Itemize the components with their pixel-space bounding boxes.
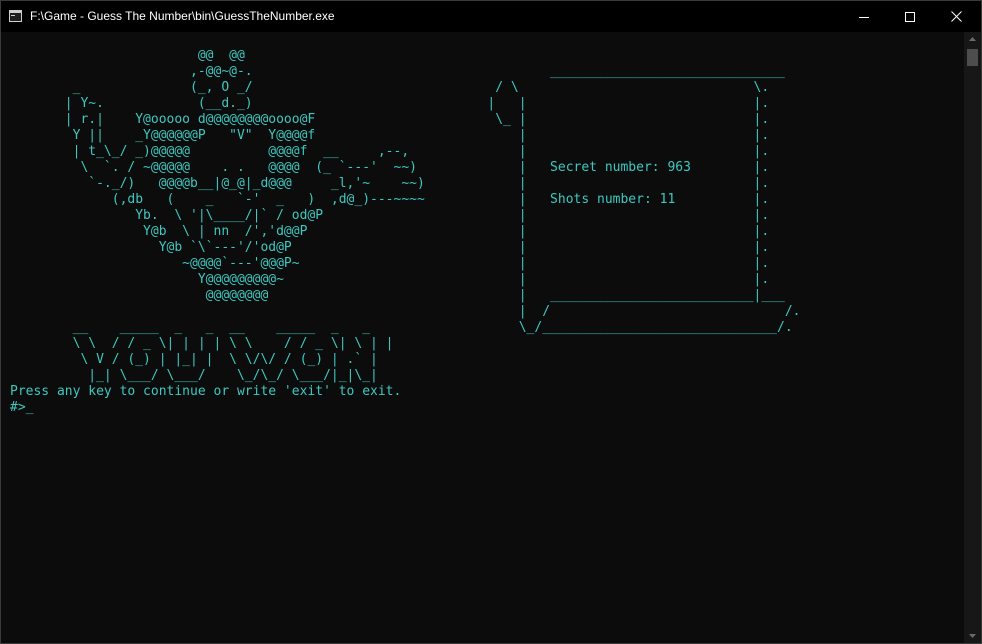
minimize-icon <box>859 16 869 18</box>
scroll-thumb[interactable] <box>967 49 978 66</box>
maximize-icon <box>905 11 915 22</box>
maximize-button[interactable] <box>887 1 933 32</box>
chevron-up-icon <box>969 37 976 41</box>
continue-prompt: Press any key to continue or write 'exit… <box>10 384 402 399</box>
close-button[interactable] <box>933 1 979 32</box>
text-cursor: _ <box>25 400 34 415</box>
console-window: F:\Game - Guess The Number\bin\GuessTheN… <box>0 0 982 644</box>
console-ascii-art: @@ @@ ,-@@~@-. _________________________… <box>64 48 801 383</box>
input-prefix: #> <box>10 400 26 415</box>
minimize-button[interactable] <box>841 1 887 32</box>
title-bar[interactable]: F:\Game - Guess The Number\bin\GuessTheN… <box>1 1 981 32</box>
vertical-scrollbar[interactable] <box>964 32 981 643</box>
scroll-up-button[interactable] <box>964 32 981 46</box>
command-input[interactable]: #>_ <box>10 400 34 416</box>
close-icon <box>950 11 962 22</box>
scroll-down-button[interactable] <box>964 629 981 643</box>
console-app-icon <box>9 10 22 22</box>
chevron-down-icon <box>969 634 976 638</box>
window-title: F:\Game - Guess The Number\bin\GuessTheN… <box>30 9 335 23</box>
